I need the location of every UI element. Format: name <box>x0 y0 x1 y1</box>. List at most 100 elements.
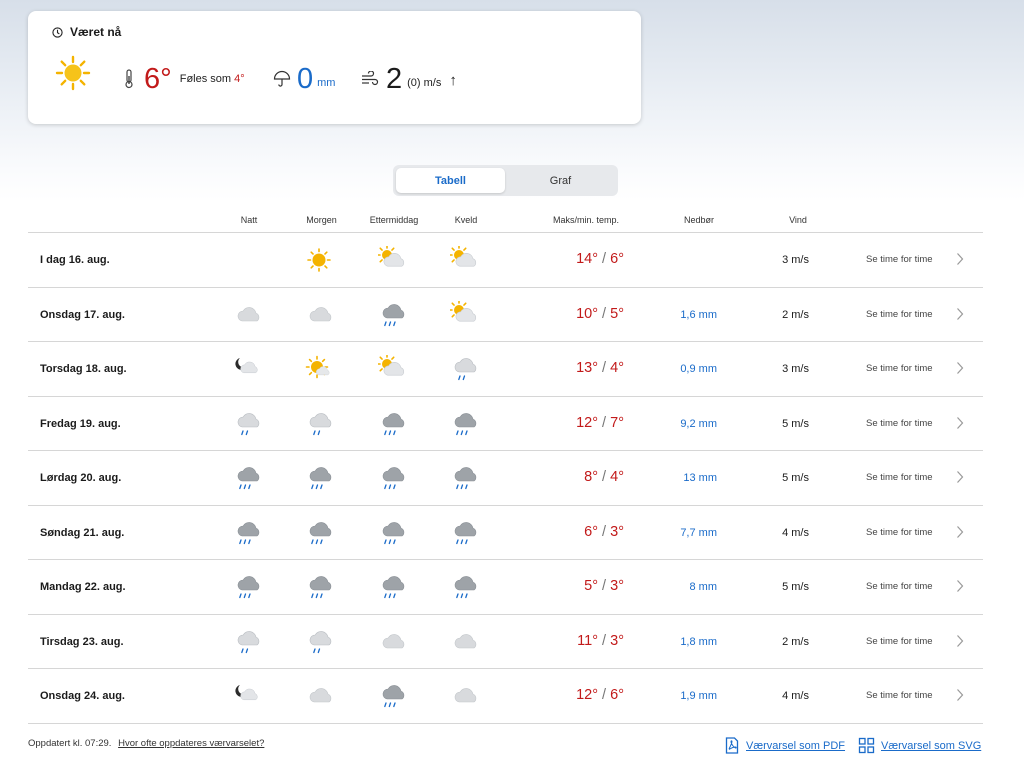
forecast-row[interactable]: Mandag 22. aug. 5° / 3° 8 mm 5 m/s Se ti… <box>28 559 983 614</box>
forecast-row[interactable]: Tirsdag 23. aug. 11° / 3° 1,8 mm 2 m/s S… <box>28 614 983 669</box>
column-header-evening: Kveld <box>454 215 478 225</box>
wind-icon <box>362 71 379 86</box>
see-hourly-link[interactable]: Se time for time <box>866 636 933 647</box>
chevron-right-icon[interactable] <box>956 525 964 539</box>
forecast-row[interactable]: Fredag 19. aug. 12° / 7° 9,2 mm 5 m/s Se… <box>28 396 983 451</box>
max-min-temperature: 10° / 5° <box>548 306 624 322</box>
afternoon-rain-icon <box>378 410 406 443</box>
column-header-wind: Vind <box>789 215 807 225</box>
night-night-partly-cloudy-icon <box>233 355 261 388</box>
see-hourly-link[interactable]: Se time for time <box>866 472 933 483</box>
day-label: Onsdag 24. aug. <box>40 690 125 702</box>
pdf-download-link[interactable]: Værvarsel som PDF <box>724 737 845 754</box>
morning-light-rain-icon <box>305 410 333 443</box>
max-temperature: 13° <box>576 360 599 376</box>
chevron-right-icon[interactable] <box>956 252 964 266</box>
afternoon-partly-cloudy-icon <box>376 244 406 279</box>
temperature-separator: / <box>598 415 611 431</box>
current-wind-unit: (0) m/s <box>407 77 442 89</box>
min-temperature: 6° <box>610 251 624 267</box>
evening-light-rain-icon <box>450 355 478 388</box>
forecast-row[interactable]: Søndag 21. aug. 6° / 3° 7,7 mm 4 m/s Se … <box>28 505 983 560</box>
see-hourly-link[interactable]: Se time for time <box>866 581 933 592</box>
forecast-row[interactable]: Lørdag 20. aug. 8° / 4° 13 mm 5 m/s Se t… <box>28 450 983 505</box>
chevron-right-icon[interactable] <box>956 307 964 321</box>
current-temperature: 6° <box>144 63 172 95</box>
min-temperature: 3° <box>610 524 624 540</box>
wind-speed: 5 m/s <box>782 581 809 593</box>
chevron-right-icon[interactable] <box>956 688 964 702</box>
min-temperature: 3° <box>610 633 624 649</box>
afternoon-partly-cloudy-icon <box>376 353 406 388</box>
see-hourly-link[interactable]: Se time for time <box>866 690 933 701</box>
night-cloudy-icon <box>233 301 261 334</box>
forecast-row[interactable]: Torsdag 18. aug. 13° / 4° 0,9 mm 3 m/s S… <box>28 341 983 396</box>
current-weather-title: Været nå <box>52 25 121 39</box>
svg-download-link[interactable]: Værvarsel som SVG <box>858 737 981 754</box>
updated-text: Oppdatert kl. 07:29. <box>28 738 112 749</box>
chevron-right-icon[interactable] <box>956 416 964 430</box>
wind-speed: 3 m/s <box>782 254 809 266</box>
precipitation-amount: 7,7 mm <box>680 527 717 539</box>
min-temperature: 3° <box>610 578 624 594</box>
pdf-link-label: Værvarsel som PDF <box>746 739 846 752</box>
max-min-temperature: 13° / 4° <box>548 360 624 376</box>
night-light-rain-icon <box>233 628 261 661</box>
max-temperature: 6° <box>584 524 599 540</box>
night-light-rain-icon <box>233 410 261 443</box>
day-label: Lørdag 20. aug. <box>40 472 122 484</box>
see-hourly-link[interactable]: Se time for time <box>866 254 933 265</box>
morning-rain-icon <box>305 573 333 606</box>
max-min-temperature: 11° / 3° <box>548 633 624 649</box>
temperature-separator: / <box>598 578 611 594</box>
min-temperature: 4° <box>610 360 624 376</box>
tab-table[interactable]: Tabell <box>396 168 505 193</box>
see-hourly-link[interactable]: Se time for time <box>866 418 933 429</box>
wind-speed: 5 m/s <box>782 472 809 484</box>
chevron-right-icon[interactable] <box>956 361 964 375</box>
see-hourly-link[interactable]: Se time for time <box>866 363 933 374</box>
day-label: Tirsdag 23. aug. <box>40 636 124 648</box>
max-min-temperature: 6° / 3° <box>548 524 624 540</box>
current-weather-title-text: Været nå <box>70 25 122 39</box>
morning-light-rain-icon <box>305 628 333 661</box>
precipitation-amount: 13 mm <box>683 472 717 484</box>
max-min-temperature: 8° / 4° <box>548 469 624 485</box>
chevron-right-icon[interactable] <box>956 634 964 648</box>
day-label: Torsdag 18. aug. <box>40 363 127 375</box>
evening-rain-icon <box>450 519 478 552</box>
max-temperature: 12° <box>576 415 599 431</box>
forecast-row[interactable]: Onsdag 24. aug. 12° / 6° 1,9 mm 4 m/s Se… <box>28 668 983 724</box>
pdf-icon <box>725 737 739 754</box>
afternoon-cloudy-icon <box>378 628 406 661</box>
current-temperature-group: 6° Føles som 4° <box>124 64 245 94</box>
forecast-row[interactable]: Onsdag 17. aug. 10° / 5° 1,6 mm 2 m/s Se… <box>28 287 983 342</box>
max-temperature: 10° <box>576 306 599 322</box>
tab-graph[interactable]: Graf <box>506 168 615 193</box>
day-label: Onsdag 17. aug. <box>40 309 125 321</box>
wind-speed: 2 m/s <box>782 309 809 321</box>
see-hourly-link[interactable]: Se time for time <box>866 309 933 320</box>
precipitation-amount: 1,8 mm <box>680 636 717 648</box>
day-label: Søndag 21. aug. <box>40 527 125 539</box>
afternoon-rain-icon <box>378 464 406 497</box>
precipitation-amount: 9,2 mm <box>680 418 717 430</box>
wind-speed: 5 m/s <box>782 418 809 430</box>
morning-fair-icon <box>305 355 333 388</box>
wind-speed: 3 m/s <box>782 363 809 375</box>
update-frequency-link[interactable]: Hvor ofte oppdateres værvarselet? <box>118 738 264 749</box>
see-hourly-link[interactable]: Se time for time <box>866 527 933 538</box>
temperature-separator: / <box>598 687 611 703</box>
afternoon-rain-icon <box>378 519 406 552</box>
chevron-right-icon[interactable] <box>956 579 964 593</box>
wind-speed: 4 m/s <box>782 690 809 702</box>
temperature-separator: / <box>598 251 611 267</box>
evening-cloudy-icon <box>450 682 478 715</box>
forecast-row[interactable]: I dag 16. aug. 14° / 6° 3 m/s Se time fo… <box>28 232 983 287</box>
temperature-separator: / <box>598 469 611 485</box>
max-min-temperature: 12° / 7° <box>548 415 624 431</box>
wind-direction-arrow-icon: ↑ <box>449 72 457 89</box>
temperature-separator: / <box>598 633 611 649</box>
wind-speed: 4 m/s <box>782 527 809 539</box>
chevron-right-icon[interactable] <box>956 470 964 484</box>
